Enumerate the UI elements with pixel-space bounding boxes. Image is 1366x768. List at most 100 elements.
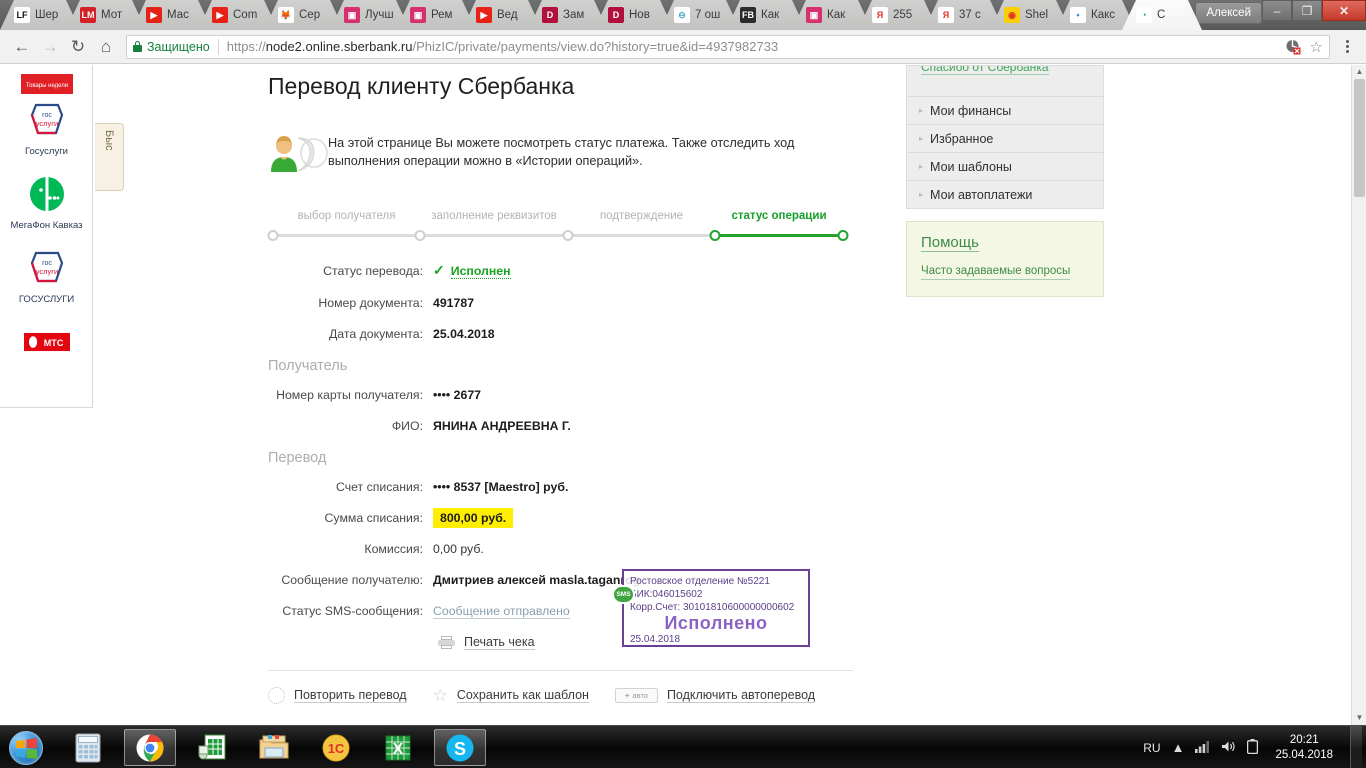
page-scrollbar[interactable]: ▲ ▼ <box>1351 65 1366 725</box>
chrome-taskbar-item[interactable] <box>124 729 176 766</box>
print-receipt-label[interactable]: Печать чека <box>464 635 535 650</box>
reload-button[interactable]: ↻ <box>64 33 92 61</box>
stamp-status-text: Исполнено <box>664 613 768 633</box>
bookmark-star-icon[interactable]: ☆ <box>1310 38 1323 56</box>
instagram-icon: ▣ <box>410 7 426 23</box>
tabs-container: LF Шер LM Мот ▶ Мас ▶ Com 🦊 Сер ▣ Лучш ▣ Рем ▶ Вед D Зам D… <box>0 0 1204 30</box>
auto-badge-text: авто <box>632 691 648 700</box>
show-desktop-button[interactable] <box>1350 726 1362 768</box>
lf-icon: LF <box>14 7 30 23</box>
browser-tab[interactable]: Я 37 с <box>924 0 1004 30</box>
field-value: Дмитриев алексей masla.taganrog <box>433 573 641 587</box>
page-viewport: Товары недели гос услуги Госуслуги МегаФ… <box>0 65 1366 725</box>
browser-tab[interactable]: ▶ Вед <box>462 0 542 30</box>
sms-status-link[interactable]: Сообщение отправлено <box>433 604 570 619</box>
excel-viewer-taskbar-item[interactable] <box>186 729 238 766</box>
calculator-taskbar-item[interactable] <box>62 729 114 766</box>
window-controls: Алексей – ❐ ✕ <box>1195 0 1366 26</box>
auto-badge-plus: + <box>624 691 630 700</box>
sidebar-menu-item[interactable]: ▸ Мои автоплатежи <box>907 180 1103 208</box>
youtube-icon: ▶ <box>476 7 492 23</box>
browser-tab[interactable]: ▣ Рем <box>396 0 476 30</box>
quick-access-side-tab[interactable]: Быс <box>95 123 124 191</box>
field-value[interactable]: ✓ Исполнен <box>433 262 511 279</box>
transfer-status-text[interactable]: Исполнен <box>450 264 511 279</box>
recipient-field-row: Номер карты получателя: •••• 2677 <box>268 388 868 402</box>
maximize-button[interactable]: ❐ <box>1292 0 1322 21</box>
right-sidebar: Спасибо от Сбербанка ▸ Мои финансы ▸ Избран… <box>906 65 1104 297</box>
show-hidden-icons-button[interactable]: ▲ <box>1172 740 1185 755</box>
sidebar-menu-item[interactable]: ▸ Мои шаблоны <box>907 152 1103 180</box>
close-icon: ✕ <box>1338 3 1350 18</box>
scroll-down-arrow[interactable]: ▼ <box>1352 711 1366 725</box>
help-faq-link[interactable]: Часто задаваемые вопросы <box>921 264 1071 280</box>
user-profile-button[interactable]: Алексей <box>1195 2 1262 24</box>
extension-blocked-icon[interactable] <box>1285 39 1302 55</box>
back-button[interactable]: ← <box>8 33 36 61</box>
recipient-fields: Номер карты получателя: •••• 2677 ФИО: ЯНИН… <box>268 388 868 433</box>
save-as-template-label[interactable]: Сохранить как шаблон <box>456 688 589 703</box>
browser-tab[interactable]: ◉ Shel <box>990 0 1070 30</box>
excel-taskbar-item[interactable]: X <box>372 729 424 766</box>
enable-autotransfer-label[interactable]: Подключить автоперевод <box>666 688 816 703</box>
browser-tab[interactable]: D Нов <box>594 0 674 30</box>
bookmark-item-gosuslugi-2[interactable]: гос услуги ГОСУСЛУГИ <box>0 245 93 305</box>
sidebar-menu-item-label: Мои автоплатежи <box>930 187 1033 202</box>
battery-icon[interactable] <box>1247 738 1259 757</box>
start-button[interactable] <box>4 728 48 767</box>
repeat-transfer-label[interactable]: Повторить перевод <box>294 688 407 703</box>
1c-taskbar-item[interactable]: 1C <box>310 729 362 766</box>
scrollbar-thumb[interactable] <box>1354 79 1365 197</box>
volume-icon[interactable] <box>1221 740 1236 756</box>
chrome-menu-button[interactable] <box>1336 40 1358 53</box>
save-as-template-button[interactable]: ☆ Сохранить как шаблон <box>433 687 589 704</box>
browser-tab[interactable]: ▶ Мас <box>132 0 212 30</box>
tab-strip: LF Шер LM Мот ▶ Мас ▶ Com 🦊 Сер ▣ Лучш ▣ Рем ▶ Вед D Зам D… <box>0 0 1366 30</box>
svg-text:X: X <box>393 741 404 758</box>
gosuslugi-icon: гос услуги <box>24 97 70 143</box>
omnibox-divider <box>217 38 219 55</box>
sidebar-thanks-label: Спасибо от Сбербанка <box>921 66 1049 75</box>
calculator-icon <box>75 733 101 762</box>
forward-button[interactable]: → <box>36 33 64 61</box>
explorer-taskbar-item[interactable] <box>248 729 300 766</box>
help-title[interactable]: Помощь <box>921 234 979 252</box>
address-bar[interactable]: Защищено https://node2.online.sberbank.r… <box>126 34 1330 59</box>
system-tray: RU ▲ 20:21 25.04.2018 <box>1143 726 1366 768</box>
bookmark-item-megafon[interactable]: МегаФон Кавказ <box>0 171 93 231</box>
browser-tab[interactable]: ▶ Com <box>198 0 278 30</box>
bookmark-item-mts[interactable]: МТС <box>0 319 93 365</box>
sidebar-menu-item[interactable]: ▸ Избранное <box>907 124 1103 152</box>
security-indicator[interactable]: Защищено <box>133 40 210 54</box>
scroll-up-arrow[interactable]: ▲ <box>1352 65 1366 79</box>
browser-tab[interactable]: • Какс <box>1056 0 1136 30</box>
browser-tab[interactable]: ▣ Лучш <box>330 0 410 30</box>
browser-tab[interactable]: ▣ Как <box>792 0 872 30</box>
stepper-node <box>837 230 849 241</box>
browser-tab[interactable]: 🦊 Сер <box>264 0 344 30</box>
status-field-row: Дата документа: 25.04.2018 <box>268 327 868 341</box>
sidebar-thanks-link[interactable]: Спасибо от Сбербанка <box>907 66 1103 96</box>
browser-tab[interactable]: D Зам <box>528 0 608 30</box>
browser-tab[interactable]: LF Шер <box>0 0 80 30</box>
browser-tab[interactable]: LM Мот <box>66 0 146 30</box>
network-icon[interactable] <box>1195 740 1210 756</box>
browser-tab[interactable]: Я 255 <box>858 0 938 30</box>
bookmark-item-promo[interactable]: Товары недели <box>0 69 93 97</box>
chrome-icon <box>136 734 164 761</box>
language-indicator[interactable]: RU <box>1143 741 1160 755</box>
browser-tab[interactable]: FB Как <box>726 0 806 30</box>
enable-autotransfer-button[interactable]: + авто Подключить автоперевод <box>614 688 816 703</box>
sidebar-menu-item[interactable]: ▸ Мои финансы <box>907 96 1103 124</box>
repeat-transfer-button[interactable]: Повторить перевод <box>268 687 407 704</box>
home-icon: ⌂ <box>100 36 112 56</box>
clock[interactable]: 20:21 25.04.2018 <box>1269 733 1339 763</box>
bookmark-item-gosuslugi[interactable]: гос услуги Госуслуги <box>0 97 93 157</box>
liqui-moly-icon: LM <box>80 7 96 23</box>
minimize-button[interactable]: – <box>1262 0 1292 21</box>
field-value[interactable]: Сообщение отправлено <box>433 604 570 619</box>
home-button[interactable]: ⌂ <box>92 33 120 61</box>
browser-tab[interactable]: ⊖ 7 ош <box>660 0 740 30</box>
skype-taskbar-item[interactable]: S <box>434 729 486 766</box>
close-window-button[interactable]: ✕ <box>1322 0 1366 21</box>
